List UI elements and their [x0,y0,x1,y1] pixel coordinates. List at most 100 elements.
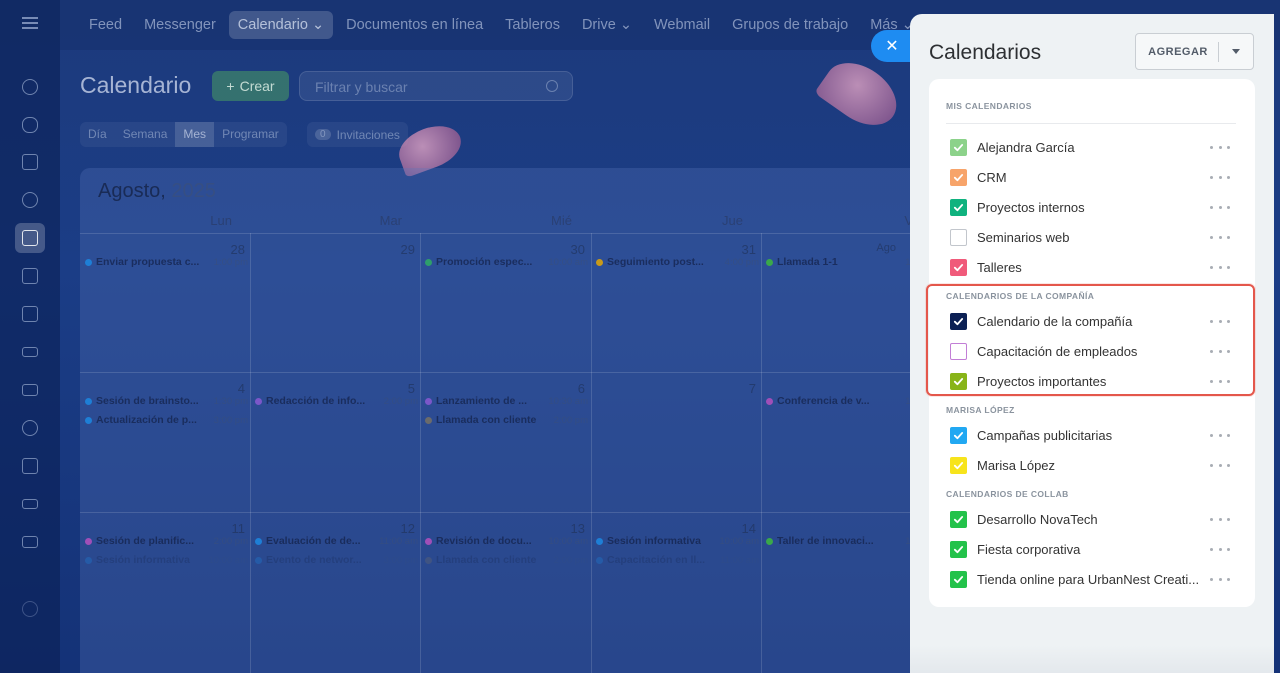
calendar-event[interactable]: Redacción de info... 2:00 pm [255,395,418,407]
calendar-item[interactable]: Proyectos internos [950,196,1230,218]
tab-week[interactable]: Semana [115,122,176,147]
day-number[interactable]: 29 [375,242,415,257]
calendar-event[interactable]: Sesión de brainsto... 1:30 pm [85,395,248,407]
more-dots-icon[interactable] [1210,517,1230,521]
documents-icon[interactable] [20,267,40,285]
calendar-event[interactable]: Capacitación en ll... 11:00 am [596,554,759,566]
calendar-item[interactable]: Alejandra García [950,136,1230,158]
menu-icon[interactable] [22,17,38,29]
checkbox-checked[interactable] [950,510,967,528]
nav-item-messenger[interactable]: Messenger [135,11,225,39]
settings-icon[interactable] [20,191,40,209]
calendar-item[interactable]: Talleres [950,256,1230,278]
calendar-event[interactable]: Evaluación de de... 11:00 am [255,535,418,547]
calendar-item[interactable]: Proyectos importantes [950,370,1230,392]
calendar-event[interactable]: Evento de networ... 3:00 pm [255,554,418,566]
calendar-event[interactable]: Revisión de docu... 10:00 am [425,535,588,547]
checkbox-checked[interactable] [950,426,967,444]
nav-item-boards[interactable]: Tableros [496,11,569,39]
checkbox-unchecked[interactable] [950,228,967,246]
day-number[interactable]: 5 [375,381,415,396]
checklist-icon[interactable] [20,457,40,475]
calendar-event[interactable]: Lanzamiento de ... 10:30 am [425,395,588,407]
day-number[interactable]: Ago [856,242,896,254]
calendar-event[interactable]: Sesión informativa 10:00 am [596,535,759,547]
add-calendar-button[interactable]: AGREGAR [1135,33,1254,70]
inbox-icon[interactable] [20,533,40,551]
invitations-button[interactable]: 0 Invitaciones [307,122,408,147]
day-number[interactable]: 4 [205,381,245,396]
calendar-item[interactable]: Campañas publicitarias [950,424,1230,446]
calendar-event[interactable]: Enviar propuesta c... 1:00 pm [85,256,248,268]
checkbox-checked[interactable] [950,138,967,156]
calendar-event[interactable]: Llamada con cliente 2:00 pm [425,414,588,426]
day-number[interactable]: 14 [716,521,756,536]
calendar-item[interactable]: Marisa López [950,454,1230,476]
calendar-event[interactable]: Llamada con cliente 2:00 pm [425,554,588,566]
calendar-event[interactable]: Taller de innovaci...12:00 [766,535,929,547]
more-dots-icon[interactable] [1210,349,1230,353]
checkbox-checked[interactable] [950,570,967,588]
calendar-item[interactable]: Desarrollo NovaTech [950,508,1230,530]
more-dots-icon[interactable] [1210,319,1230,323]
day-number[interactable]: 31 [716,242,756,257]
nav-item-drive[interactable]: Drive ⌄ [573,11,641,39]
more-dots-icon[interactable] [1210,145,1230,149]
messenger-icon[interactable] [20,116,40,134]
nav-item-workgroups[interactable]: Grupos de trabajo [723,11,857,39]
day-number[interactable]: 11 [205,521,246,536]
nav-item-feed[interactable]: Feed [80,11,131,39]
calendar-icon[interactable] [15,223,45,253]
checkbox-checked[interactable] [950,456,967,474]
calendar-event[interactable]: Actualización de p... 3:00 pm [85,414,248,426]
nav-item-calendar[interactable]: Calendario ⌄ [228,11,334,39]
groups-icon[interactable] [20,419,40,437]
checkbox-checked[interactable] [950,312,967,330]
search-input[interactable]: Filtrar y buscar [299,71,573,101]
day-number[interactable]: 12 [375,521,415,536]
more-dots-icon[interactable] [1210,205,1230,209]
more-dots-icon[interactable] [1210,235,1230,239]
calendar-item[interactable]: CRM [950,166,1230,188]
create-button[interactable]: + Crear [212,71,289,101]
day-number[interactable]: 13 [545,521,585,536]
drive-icon[interactable] [20,343,40,361]
close-panel-button[interactable]: ✕ [871,30,911,62]
calendar-item[interactable]: Seminarios web [950,226,1230,248]
more-dots-icon[interactable] [1210,379,1230,383]
tasks-icon[interactable] [20,153,40,171]
calendar-item[interactable]: Calendario de la compañía [950,310,1230,332]
checkbox-checked[interactable] [950,258,967,276]
calendar-event[interactable]: Promoción espec... 10:00 am [425,256,588,268]
calendar-event[interactable]: Llamada 1-110:00 [766,256,929,268]
day-number[interactable]: 7 [716,381,756,396]
more-dots-icon[interactable] [1210,463,1230,467]
tab-day[interactable]: Día [80,122,115,147]
checkbox-unchecked[interactable] [950,342,967,360]
calendar-item[interactable]: Tienda online para UrbanNest Creati... [950,568,1230,590]
calendar-item[interactable]: Capacitación de empleados [950,340,1230,362]
tab-month[interactable]: Mes [175,122,215,147]
calendar-event[interactable]: Sesión informativa 10:00 am [85,554,248,566]
mail-icon[interactable] [20,381,40,399]
nav-item-online-documents[interactable]: Documentos en línea [337,11,492,39]
more-dots-icon[interactable] [1210,547,1230,551]
calendar-item[interactable]: Fiesta corporativa [950,538,1230,560]
search-icon[interactable] [546,80,558,92]
feed-icon[interactable] [20,78,40,96]
checkbox-checked[interactable] [950,168,967,186]
nav-item-webmail[interactable]: Webmail [645,11,719,39]
caret-down-icon[interactable] [1219,49,1253,54]
calendar-event[interactable]: Seguimiento post... 4:00 pm [596,256,759,268]
calendar-event[interactable]: Sesión de planific... 2:00 pm [85,535,248,547]
checkbox-checked[interactable] [950,540,967,558]
more-dots-icon[interactable] [1210,577,1230,581]
day-number[interactable]: 28 [205,242,245,257]
day-number[interactable]: 6 [545,381,585,396]
filter-icon[interactable] [20,495,40,513]
checkbox-checked[interactable] [950,198,967,216]
day-number[interactable]: 30 [545,242,585,257]
checkbox-checked[interactable] [950,372,967,390]
help-icon[interactable] [20,600,40,618]
more-dots-icon[interactable] [1210,265,1230,269]
